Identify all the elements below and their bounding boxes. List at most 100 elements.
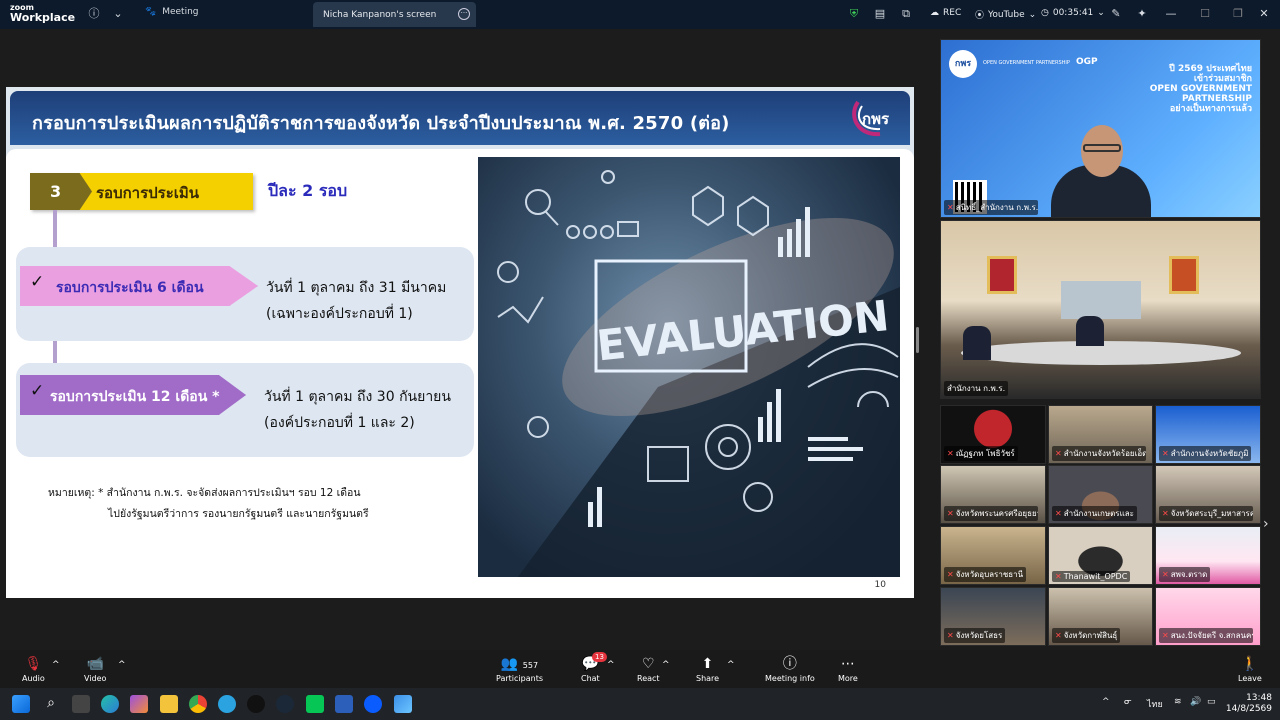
meeting-info-button[interactable]: ⓘ Meeting info <box>765 655 815 683</box>
file-explorer-icon[interactable] <box>160 695 178 713</box>
search-icon[interactable]: ⌕ <box>42 695 60 713</box>
minimize-icon[interactable]: — <box>1163 6 1179 22</box>
participant-tile[interactable]: ✕ จังหวัดกาฬสินธุ์ <box>1048 587 1153 646</box>
tiktok-icon[interactable] <box>247 695 265 713</box>
speaker-tile[interactable]: กพร OPEN GOVERNMENT PARTNERSHIP OGP ปี 2… <box>940 39 1261 218</box>
steam-icon[interactable] <box>276 695 294 713</box>
copilot-icon[interactable] <box>130 695 148 713</box>
participant-tile[interactable]: ✕ จังหวัดอุบลราชธานี <box>940 526 1046 585</box>
chevron-up-icon: ^ <box>662 660 670 670</box>
zoom-icon[interactable] <box>364 695 382 713</box>
react-options-chevron[interactable]: ^ <box>662 656 670 674</box>
broadcast-icon: ⦿ <box>975 11 985 21</box>
meeting-toolbar: 🎙 Audio ^ 📹 Video ^ 👥 557 Participants 💬… <box>0 650 1280 688</box>
paw-icon: 🐾 <box>145 7 157 17</box>
chevron-right-icon[interactable]: › <box>1263 516 1269 532</box>
edge-icon[interactable] <box>101 695 119 713</box>
livestream-indicator[interactable]: ⦿ YouTube ⌄ <box>975 8 1037 22</box>
shared-slide: กรอบการประเมินผลการปฏิบัติราชการของจังหว… <box>6 87 914 598</box>
meeting-timer[interactable]: ◷ 00:35:41 ⌄ <box>1041 8 1105 18</box>
options-icon[interactable]: ··· <box>458 8 470 20</box>
photos-icon[interactable] <box>394 695 412 713</box>
windows-start-icon[interactable] <box>12 695 30 713</box>
share-screen-tab[interactable]: Nicha Kanpanon's screen ··· <box>313 2 476 27</box>
chat-button[interactable]: 💬 13 Chat <box>581 652 607 683</box>
share-screen-icon: ⬆ <box>701 656 714 672</box>
participant-tile[interactable]: ✕ จังหวัดยโสธร <box>940 587 1046 646</box>
chevron-down-icon[interactable]: ⌄ <box>110 6 126 22</box>
volume-icon[interactable]: 🔊 <box>1190 697 1201 707</box>
shield-icon[interactable]: ⛨ <box>846 6 862 22</box>
task-view-icon[interactable] <box>72 695 90 713</box>
zoom-logo: zoom Workplace <box>10 3 76 24</box>
notepad-icon[interactable] <box>335 695 353 713</box>
language-indicator[interactable]: ไทย <box>1147 697 1163 711</box>
maximize-icon[interactable]: ☐ <box>1197 6 1213 22</box>
notes-icon[interactable]: ▤ <box>872 6 888 22</box>
mic-muted-icon: ✕ <box>1055 509 1062 518</box>
portrait-frame <box>1169 256 1199 294</box>
wifi-icon[interactable]: ≋ <box>1174 697 1182 707</box>
svg-text:กพร: กพร <box>862 110 890 128</box>
participant-tile[interactable]: ✕ สำนักงานจังหวัดร้อยเอ็ด <box>1048 405 1153 464</box>
tray-chevron-icon[interactable]: ^ <box>1102 697 1110 707</box>
system-clock[interactable]: 13:48 14/8/2569 <box>1226 693 1272 715</box>
info-icon[interactable]: ⓘ <box>86 6 102 22</box>
room-tile[interactable]: สำนักงาน ก.พ.ร. <box>940 220 1261 399</box>
chevron-down-icon: ⌄ <box>1097 8 1105 18</box>
participant-tile[interactable]: ✕ ณัฏฐภท โพธิวัชร์ <box>940 405 1046 464</box>
telegram-icon[interactable] <box>218 695 236 713</box>
cloud-icon: ☁ <box>930 8 939 18</box>
close-icon[interactable]: ✕ <box>1256 6 1272 22</box>
participant-tile[interactable]: ✕ สำนักงานจังหวัดชัยภูมิ <box>1155 405 1261 464</box>
mic-muted-icon: ✕ <box>1162 449 1169 458</box>
windows-taskbar: ⌕ ^ ᓂ ไทย ≋ 🔊 ▭ 13:48 14/8/2569 <box>0 688 1280 720</box>
round-12-description: วันที่ 1 ตุลาคม ถึง 30 กันยายน (องค์ประก… <box>264 389 451 431</box>
tile-name: ✕ จังหวัดอุบลราชธานี <box>944 567 1027 582</box>
chevron-down-icon: ⌄ <box>1028 9 1037 20</box>
step-number: 3 <box>30 173 92 210</box>
participant-tile[interactable]: ✕ สนง.ปัจจัยตรี จ.สกลนคร <box>1155 587 1261 646</box>
chat-badge: 13 <box>592 652 607 662</box>
chevron-up-icon: ^ <box>607 660 615 670</box>
participant-tile[interactable]: ✕ Thanawit_OPDC <box>1048 526 1153 585</box>
panel-resize-handle[interactable] <box>916 327 919 353</box>
record-indicator[interactable]: ☁ REC <box>930 8 961 18</box>
leave-button[interactable]: 🚶 Leave <box>1238 655 1262 683</box>
share-button[interactable]: ⬆ Share <box>696 655 719 683</box>
share-options-chevron[interactable]: ^ <box>727 656 735 674</box>
chat-options-chevron[interactable]: ^ <box>607 656 615 674</box>
restore-icon[interactable]: ❐ <box>1230 6 1246 22</box>
participants-button[interactable]: 👥 557 Participants <box>496 655 543 683</box>
sparkle-icon[interactable]: ✦ <box>1134 6 1150 22</box>
video-button[interactable]: 📹 Video <box>84 655 106 683</box>
tile-name: ✕ ณัฏฐภท โพธิวัชร์ <box>944 446 1018 461</box>
chrome-icon[interactable] <box>189 695 207 713</box>
heart-icon: ♡ <box>642 656 655 672</box>
mic-muted-icon: ✕ <box>1162 631 1169 640</box>
participant-tile[interactable]: ✕ สพจ.ตราด <box>1155 526 1261 585</box>
tile-name: ✕ สำนักงานจังหวัดชัยภูมิ <box>1159 446 1252 461</box>
battery-icon[interactable]: ▭ <box>1207 697 1216 707</box>
participant-tile[interactable]: ✕ สำนักงานเกษตรและ <box>1048 465 1153 524</box>
slide-header: กรอบการประเมินผลการปฏิบัติราชการของจังหว… <box>10 91 910 145</box>
more-icon: ⋯ <box>840 656 855 672</box>
participant-tile[interactable]: ✕ จังหวัดพระนครศรีอยุธยา <box>940 465 1046 524</box>
video-options-chevron[interactable]: ^ <box>118 656 126 674</box>
participant-tile[interactable]: ✕จังหวัดสระบุรี_มหาสารคาม <box>1155 465 1261 524</box>
clock-icon: ◷ <box>1041 8 1049 18</box>
annotate-icon[interactable]: ✎ <box>1108 6 1124 22</box>
round-6-arrow: ✓ รอบการประเมิน 6 เดือน <box>20 266 258 306</box>
line-icon[interactable] <box>306 695 324 713</box>
meeting-tab[interactable]: 🐾 Meeting <box>145 7 199 17</box>
tray-app-icon[interactable]: ᓂ <box>1124 697 1132 707</box>
mic-muted-icon: ✕ <box>1162 509 1169 518</box>
audio-button[interactable]: 🎙 Audio <box>22 655 45 683</box>
audio-options-chevron[interactable]: ^ <box>52 656 60 674</box>
mic-muted-icon: 🎙 <box>24 656 43 672</box>
apps-icon[interactable]: ⧉ <box>898 6 914 22</box>
chevron-up-icon: ^ <box>727 660 735 670</box>
react-button[interactable]: ♡ React <box>637 655 660 683</box>
chevron-up-icon: ^ <box>118 660 126 670</box>
more-button[interactable]: ⋯ More <box>838 655 858 683</box>
